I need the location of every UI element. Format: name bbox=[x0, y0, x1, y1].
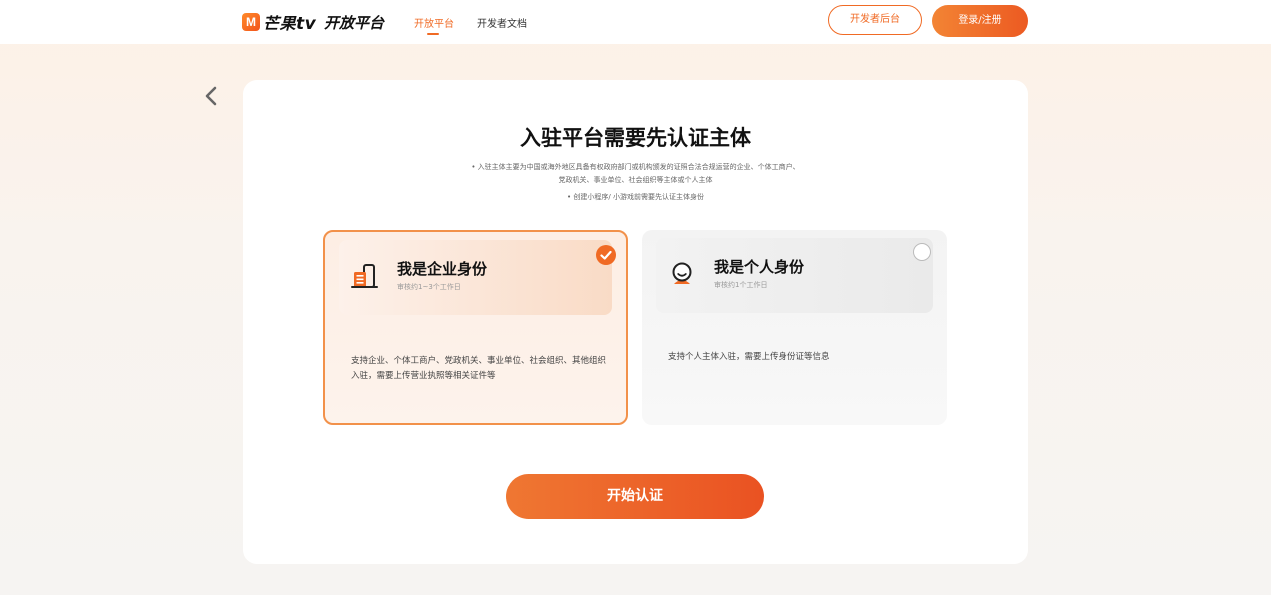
enterprise-card-review-time: 审核约1~3个工作日 bbox=[397, 283, 461, 291]
logo-text: 芒果tv bbox=[263, 14, 317, 34]
mango-tv-logo[interactable]: M 芒果tv bbox=[242, 11, 317, 34]
platform-title: 开放平台 bbox=[324, 14, 385, 32]
login-register-button[interactable]: 登录/注册 bbox=[932, 5, 1028, 37]
nav-developer-docs[interactable]: 开发者文档 bbox=[477, 15, 527, 30]
personal-identity-card[interactable]: 我是个人身份 审核约1个工作日 支持个人主体入驻，需要上传身份证等信息 bbox=[642, 230, 947, 425]
description-line-2: 党政机关、事业单位、社会组织等主体或个人主体 bbox=[558, 176, 713, 184]
description-line-3: • 创建小程序/ 小游戏前需要先认证主体身份 bbox=[567, 193, 704, 201]
personal-card-review-time: 审核约1个工作日 bbox=[714, 281, 768, 289]
chevron-left-icon[interactable] bbox=[200, 84, 222, 108]
person-icon bbox=[668, 260, 696, 288]
logo-mark-icon: M bbox=[242, 13, 260, 31]
enterprise-card-title: 我是企业身份 bbox=[397, 260, 488, 278]
unselected-radio[interactable] bbox=[913, 243, 931, 261]
nav-open-platform[interactable]: 开放平台 bbox=[414, 15, 454, 30]
developer-console-button[interactable]: 开发者后台 bbox=[828, 5, 922, 35]
nav-active-indicator bbox=[427, 33, 439, 35]
enterprise-identity-card[interactable]: 我是企业身份 审核约1~3个工作日 支持企业、个体工商户、党政机关、事业单位、社… bbox=[323, 230, 628, 425]
start-verification-button[interactable]: 开始认证 bbox=[506, 474, 764, 519]
personal-card-title: 我是个人身份 bbox=[714, 258, 805, 276]
page-title: 入驻平台需要先认证主体 bbox=[520, 126, 751, 150]
top-navbar: M 芒果tv 开放平台 开放平台 开发者文档 开发者后台 登录/注册 bbox=[0, 0, 1271, 44]
selected-check-icon[interactable] bbox=[596, 245, 616, 265]
building-icon bbox=[351, 262, 379, 290]
enterprise-card-description: 支持企业、个体工商户、党政机关、事业单位、社会组织、其他组织入驻，需要上传营业执… bbox=[351, 356, 607, 381]
personal-card-description: 支持个人主体入驻，需要上传身份证等信息 bbox=[668, 352, 830, 362]
description-line-1: • 入驻主体主要为中国或海外地区具备有权政府部门或机构颁发的证照合法合规运营的企… bbox=[471, 163, 800, 171]
